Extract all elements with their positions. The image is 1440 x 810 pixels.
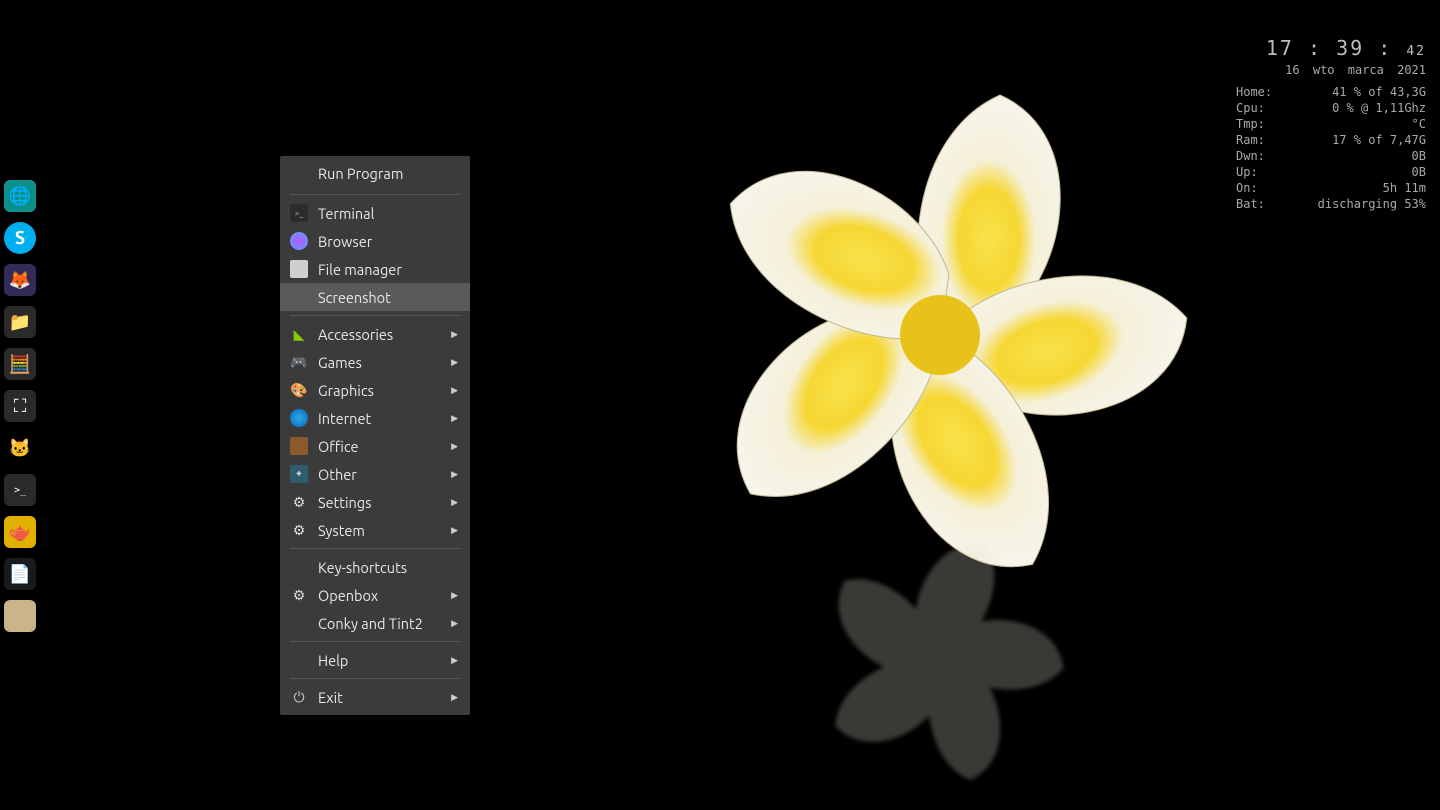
terminal-icon: >_ — [290, 204, 308, 222]
submenu-arrow-icon: ▶ — [451, 692, 458, 703]
notes-icon[interactable]: 📄 — [4, 558, 36, 590]
gear-icon: ⚙ — [290, 493, 308, 511]
menu-internet[interactable]: Internet ▶ — [280, 404, 470, 432]
menu-office[interactable]: Office ▶ — [280, 432, 470, 460]
submenu-arrow-icon: ▶ — [451, 329, 458, 340]
menu-item-label: Key-shortcuts — [318, 559, 458, 576]
browser-icon — [290, 232, 308, 250]
menu-other[interactable]: ✦ Other ▶ — [280, 460, 470, 488]
blank-icon — [290, 288, 308, 306]
menu-separator — [290, 641, 460, 642]
dock-panel: 🌐 S 🦊 📁 🧮 ⛶ 🐱 >_ 🫖 📄 — [4, 180, 44, 632]
menu-item-label: Games — [318, 354, 441, 371]
menu-key-shortcuts[interactable]: Key-shortcuts — [280, 553, 470, 581]
submenu-arrow-icon: ▶ — [451, 497, 458, 508]
menu-item-label: Conky and Tint2 — [318, 615, 441, 632]
menu-separator — [290, 678, 460, 679]
menu-exit[interactable]: ⏻ Exit ▶ — [280, 683, 470, 711]
menu-screenshot[interactable]: Screenshot — [280, 283, 470, 311]
submenu-arrow-icon: ▶ — [451, 525, 458, 536]
menu-item-label: Openbox — [318, 587, 441, 604]
files-icon[interactable]: 📁 — [4, 306, 36, 338]
power-icon: ⏻ — [290, 688, 308, 706]
gear-box-icon: ✦ — [290, 465, 308, 483]
submenu-arrow-icon: ▶ — [451, 441, 458, 452]
terminal-icon[interactable]: >_ — [4, 474, 36, 506]
menu-help[interactable]: Help ▶ — [280, 646, 470, 674]
briefcase-icon — [290, 437, 308, 455]
menu-browser[interactable]: Browser — [280, 227, 470, 255]
menu-accessories[interactable]: ◣ Accessories ▶ — [280, 320, 470, 348]
edge-dev-icon[interactable]: 🌐 — [4, 180, 36, 212]
menu-item-label: Accessories — [318, 326, 441, 343]
menu-item-label: File manager — [318, 261, 458, 278]
menu-item-label: Graphics — [318, 382, 441, 399]
root-context-menu: Run Program >_ Terminal Browser File man… — [280, 156, 470, 715]
blank-icon — [290, 614, 308, 632]
blank-icon — [290, 558, 308, 576]
menu-settings[interactable]: ⚙ Settings ▶ — [280, 488, 470, 516]
menu-item-label: Terminal — [318, 205, 458, 222]
menu-openbox[interactable]: ⚙ Openbox ▶ — [280, 581, 470, 609]
submenu-arrow-icon: ▶ — [451, 618, 458, 629]
menu-system[interactable]: ⚙ System ▶ — [280, 516, 470, 544]
submenu-arrow-icon: ▶ — [451, 357, 458, 368]
blank-icon — [290, 164, 308, 182]
calculator-icon[interactable]: 🧮 — [4, 348, 36, 380]
menu-file-manager[interactable]: File manager — [280, 255, 470, 283]
ruler-icon: ◣ — [290, 325, 308, 343]
skype-icon[interactable]: S — [4, 222, 36, 254]
cat-icon[interactable]: 🐱 — [4, 432, 36, 464]
menu-separator — [290, 194, 460, 195]
gamepad-icon: 🎮 — [290, 353, 308, 371]
menu-conky-tint2[interactable]: Conky and Tint2 ▶ — [280, 609, 470, 637]
menu-item-label: Internet — [318, 410, 441, 427]
teapot-icon[interactable]: 🫖 — [4, 516, 36, 548]
submenu-arrow-icon: ▶ — [451, 590, 458, 601]
submenu-arrow-icon: ▶ — [451, 385, 458, 396]
menu-graphics[interactable]: 🎨 Graphics ▶ — [280, 376, 470, 404]
menu-games[interactable]: 🎮 Games ▶ — [280, 348, 470, 376]
menu-item-label: Help — [318, 652, 441, 669]
firefox-icon[interactable]: 🦊 — [4, 264, 36, 296]
blank-icon[interactable] — [4, 600, 36, 632]
submenu-arrow-icon: ▶ — [451, 413, 458, 424]
menu-item-label: Other — [318, 466, 441, 483]
menu-separator — [290, 315, 460, 316]
menu-item-label: Screenshot — [318, 289, 458, 306]
globe-icon — [290, 409, 308, 427]
submenu-arrow-icon: ▶ — [451, 655, 458, 666]
menu-item-label: Office — [318, 438, 441, 455]
submenu-arrow-icon: ▶ — [451, 469, 458, 480]
menu-item-label: Settings — [318, 494, 441, 511]
menu-separator — [290, 548, 460, 549]
menu-run-program[interactable]: Run Program — [280, 156, 470, 190]
menu-terminal[interactable]: >_ Terminal — [280, 199, 470, 227]
folder-icon — [290, 260, 308, 278]
menu-item-label: System — [318, 522, 441, 539]
palette-icon: 🎨 — [290, 381, 308, 399]
gear-icon: ⚙ — [290, 586, 308, 604]
menu-item-label: Exit — [318, 689, 441, 706]
desktop-wallpaper — [0, 0, 1440, 810]
menu-item-label: Browser — [318, 233, 458, 250]
gear-icon: ⚙ — [290, 521, 308, 539]
screenshot-icon[interactable]: ⛶ — [4, 390, 36, 422]
menu-item-label: Run Program — [318, 165, 458, 182]
blank-icon — [290, 651, 308, 669]
